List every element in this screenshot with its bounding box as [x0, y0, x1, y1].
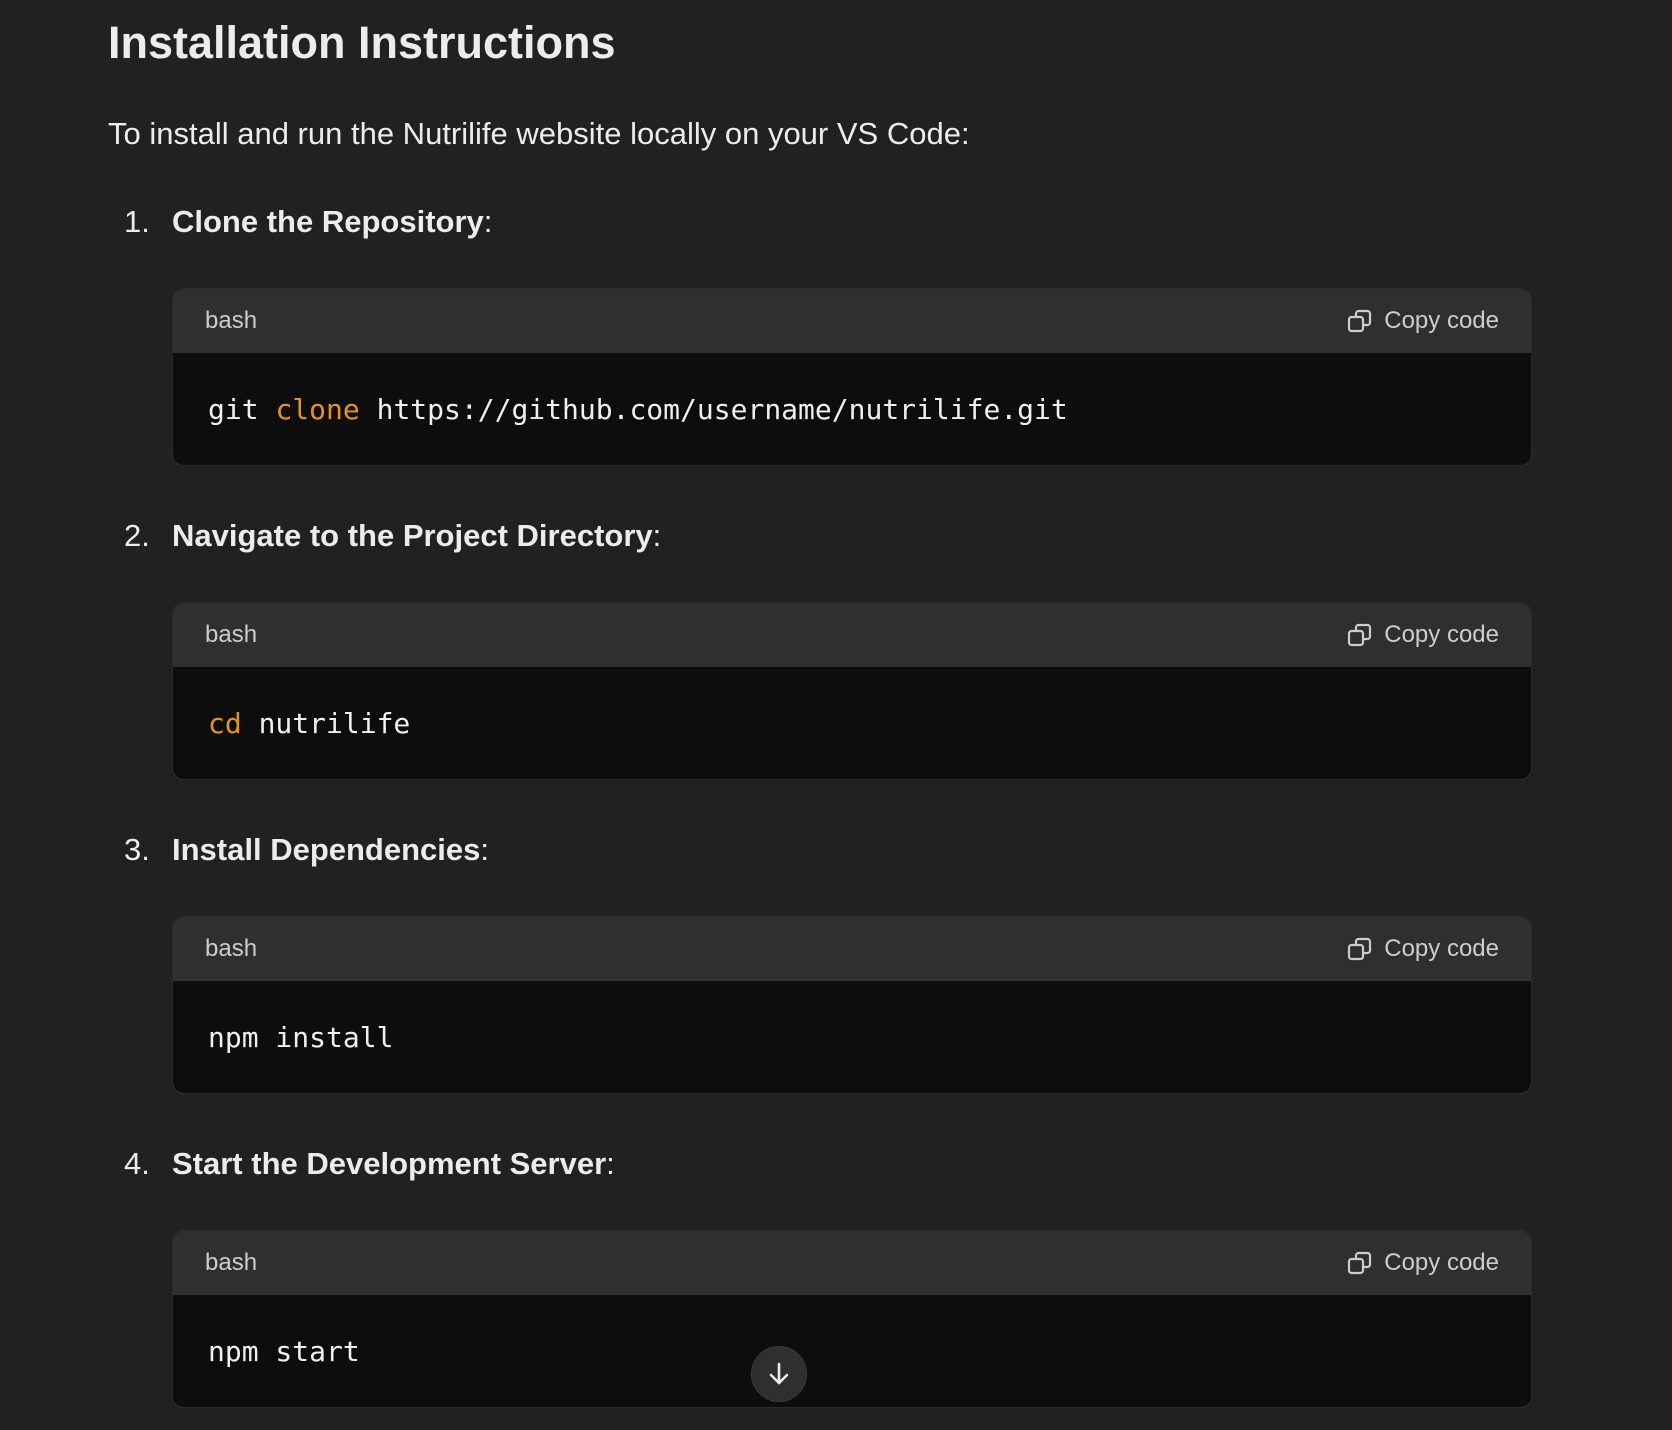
- step-number: 3.: [124, 832, 150, 867]
- code-header: bash Copy code: [173, 289, 1531, 353]
- step-heading: 4. Start the Development Server:: [108, 1142, 1532, 1186]
- step-title-text: Clone the Repository: [172, 204, 484, 239]
- step-item: 4. Start the Development Server: bash Co…: [108, 1142, 1532, 1408]
- copy-code-label: Copy code: [1384, 1249, 1499, 1276]
- copy-icon: [1348, 623, 1372, 647]
- code-header: bash Copy code: [173, 1231, 1531, 1295]
- code-language-label: bash: [205, 621, 258, 648]
- step-title-text: Navigate to the Project Directory: [172, 518, 653, 553]
- code-token-keyword: cd: [208, 706, 242, 740]
- copy-code-label: Copy code: [1384, 621, 1499, 648]
- copy-code-button[interactable]: Copy code: [1346, 1231, 1499, 1295]
- code-token: npm start: [208, 1334, 360, 1368]
- step-number: 1.: [124, 204, 150, 239]
- code-token: npm install: [208, 1020, 394, 1054]
- code-token-keyword: clone: [275, 392, 360, 426]
- step-number: 4.: [124, 1146, 150, 1181]
- page-title: Installation Instructions: [108, 17, 616, 68]
- copy-code-label: Copy code: [1384, 307, 1499, 334]
- copy-code-button[interactable]: Copy code: [1346, 603, 1499, 667]
- message-content: Installation Instructions To install and…: [108, 0, 1532, 1408]
- code-block: bash Copy code npm install: [172, 916, 1532, 1094]
- copy-icon: [1348, 309, 1372, 333]
- step-colon: :: [606, 1146, 615, 1181]
- step-title: Navigate to the Project Directory:: [172, 514, 661, 558]
- code-header: bash Copy code: [173, 603, 1531, 667]
- code-token: https://github.com/username/nutrilife.gi…: [359, 392, 1068, 426]
- step-heading: 3. Install Dependencies:: [108, 828, 1532, 872]
- copy-code-label: Copy code: [1384, 935, 1499, 962]
- step-item: 2. Navigate to the Project Directory: ba…: [108, 514, 1532, 780]
- step-item: 1. Clone the Repository: bash Copy code …: [108, 200, 1532, 466]
- code-content: git clone https://github.com/username/nu…: [208, 353, 1531, 465]
- code-block: bash Copy code cd nutrilife: [172, 602, 1532, 780]
- step-heading: 1. Clone the Repository:: [108, 200, 1532, 244]
- intro-text: To install and run the Nutrilife website…: [108, 116, 970, 151]
- step-title-text: Start the Development Server: [172, 1146, 607, 1181]
- code-content: npm install: [208, 981, 1531, 1093]
- code-header: bash Copy code: [173, 917, 1531, 981]
- step-item: 3. Install Dependencies: bash Copy code …: [108, 828, 1532, 1094]
- arrow-down-icon: [769, 1362, 789, 1385]
- code-language-label: bash: [205, 1249, 258, 1276]
- copy-code-button[interactable]: Copy code: [1346, 289, 1499, 353]
- code-content: npm start: [208, 1295, 1531, 1407]
- step-title-text: Install Dependencies: [172, 832, 481, 867]
- step-number: 2.: [124, 518, 150, 553]
- copy-code-button[interactable]: Copy code: [1346, 917, 1499, 981]
- copy-icon: [1348, 937, 1372, 961]
- step-colon: :: [480, 832, 490, 867]
- copy-icon: [1348, 1251, 1372, 1275]
- code-block: bash Copy code npm start: [172, 1230, 1532, 1408]
- scroll-to-bottom-button[interactable]: [751, 1346, 807, 1402]
- step-colon: :: [483, 204, 493, 239]
- code-language-label: bash: [205, 307, 258, 334]
- step-colon: :: [652, 518, 662, 553]
- step-title: Install Dependencies:: [172, 828, 489, 872]
- step-heading: 2. Navigate to the Project Directory:: [108, 514, 1532, 558]
- code-content: cd nutrilife: [208, 667, 1531, 779]
- code-token: git: [208, 392, 276, 426]
- code-language-label: bash: [205, 935, 258, 962]
- code-block: bash Copy code git clone https://github.…: [172, 288, 1532, 466]
- step-title: Clone the Repository:: [172, 200, 492, 244]
- code-token: nutrilife: [241, 706, 411, 740]
- step-title: Start the Development Server:: [172, 1142, 615, 1186]
